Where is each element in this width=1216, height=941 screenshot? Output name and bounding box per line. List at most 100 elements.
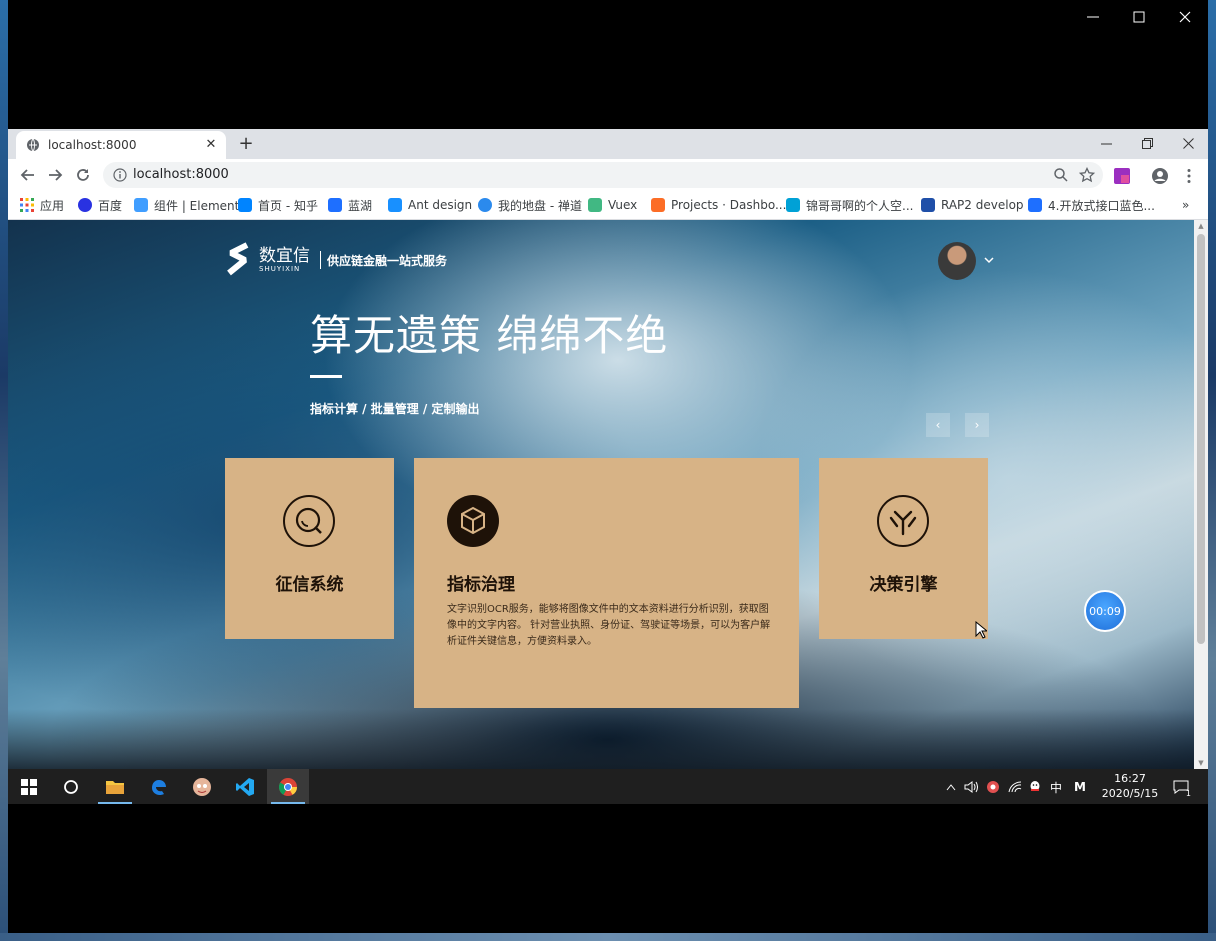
bookmark-zhihu[interactable]: 首页 - 知乎 — [238, 196, 318, 214]
taskbar-vscode[interactable] — [224, 769, 266, 804]
chevron-down-icon[interactable] — [983, 254, 995, 266]
logo-text: 数宜信 SHUYIXIN — [259, 247, 310, 273]
globe-icon — [27, 138, 39, 152]
running-indicator — [98, 802, 132, 804]
maximize-icon — [1133, 11, 1145, 23]
card-description: 文字识别OCR服务，能够将图像文件中的文本资料进行分析识别，获取图像中的文字内容… — [447, 604, 771, 647]
user-avatar[interactable] — [938, 242, 976, 280]
qq-icon[interactable] — [1026, 779, 1044, 795]
tray-overflow-icon[interactable] — [944, 779, 958, 795]
scroll-down-icon[interactable]: ▼ — [1197, 759, 1205, 767]
more-menu-icon[interactable] — [1180, 167, 1198, 185]
bookmark-label: RAP2 develop — [941, 198, 1024, 212]
rap-extension-icon[interactable] — [1113, 167, 1131, 185]
zentao-icon — [478, 198, 492, 212]
bookmark-lanhu[interactable]: 蓝湖 — [328, 196, 372, 214]
bookmark-label: Ant design — [408, 198, 473, 212]
credit-search-icon — [283, 495, 335, 547]
back-arrow-icon — [20, 169, 34, 181]
new-tab-button[interactable]: + — [236, 134, 256, 154]
timer-badge[interactable]: 00:09 — [1084, 590, 1126, 632]
bookmark-rap2[interactable]: RAP2 develop — [921, 196, 1024, 214]
card-indicator-governance[interactable]: 指标治理 文字识别OCR服务，能够将图像文件中的文本资料进行分析识别，获取图像中… — [414, 458, 799, 708]
logo-s-icon — [227, 242, 249, 276]
carousel-next-button[interactable]: › — [965, 413, 989, 437]
tray-app-icon[interactable] — [984, 779, 1002, 795]
logo-divider — [320, 251, 321, 269]
bookmark-lanhu-api[interactable]: 4.开放式接口蓝色... — [1028, 196, 1155, 214]
forward-arrow-icon — [49, 169, 63, 181]
hero-title: 算无遗策 绵绵不绝 — [310, 311, 669, 360]
bookmark-zentao[interactable]: 我的地盘 - 禅道 — [478, 196, 582, 214]
bookmark-bilibili[interactable]: 锦哥哥啊的个人空... — [786, 196, 913, 214]
speaker-icon — [964, 781, 978, 793]
card-credit-system[interactable]: 征信系统 — [225, 458, 394, 639]
bookmark-label: 4.开放式接口蓝色... — [1048, 198, 1155, 213]
reload-button[interactable] — [73, 165, 93, 185]
logo-english: SHUYIXIN — [259, 265, 301, 273]
taskbar-edge[interactable] — [138, 769, 180, 804]
taskbar-file-explorer[interactable] — [94, 769, 136, 804]
back-button[interactable] — [18, 165, 38, 185]
ime-indicator[interactable]: 中 — [1047, 779, 1065, 795]
bookmark-gitlab[interactable]: Projects · Dashbo... — [651, 196, 786, 214]
bookmark-apps[interactable]: 应用 — [20, 196, 64, 214]
action-center-button[interactable]: 1 — [1170, 779, 1192, 798]
network-icon[interactable] — [1006, 779, 1024, 795]
taskbar-chrome[interactable] — [267, 769, 309, 804]
taskbar-app-avatar[interactable] — [181, 769, 223, 804]
gitlab-icon — [651, 198, 665, 212]
decision-tree-icon — [877, 495, 929, 547]
flower-app-icon — [987, 781, 999, 793]
close-icon — [1182, 137, 1194, 149]
start-button[interactable] — [8, 769, 50, 804]
clock-time: 16:27 — [1114, 772, 1146, 785]
bookmark-label: 组件 | Element — [154, 198, 240, 213]
scroll-up-icon[interactable]: ▲ — [1197, 222, 1205, 230]
volume-icon[interactable] — [962, 779, 980, 795]
bookmark-label: 我的地盘 - 禅道 — [498, 198, 582, 213]
forward-button[interactable] — [45, 165, 65, 185]
tab-close-icon[interactable]: ✕ — [204, 138, 218, 152]
bookmark-label: 首页 - 知乎 — [258, 198, 318, 213]
reload-icon — [77, 169, 89, 181]
taskbar-clock[interactable]: 16:27 2020/5/15 — [1098, 771, 1162, 801]
tab-localhost[interactable]: localhost:8000 ✕ — [16, 131, 226, 159]
bookmark-star-icon[interactable] — [1079, 167, 1095, 183]
antdesign-icon — [388, 198, 402, 212]
close-window-button[interactable] — [1168, 129, 1208, 157]
close-icon — [1179, 11, 1191, 23]
taskbar: 中 M 16:27 2020/5/15 1 — [8, 769, 1208, 804]
card-decision-engine[interactable]: 决策引擎 — [819, 458, 988, 639]
bookmark-element[interactable]: 组件 | Element — [134, 196, 239, 214]
zoom-icon[interactable] — [1053, 167, 1069, 183]
edge-icon — [152, 779, 166, 795]
chevron-left-icon: ‹ — [935, 418, 941, 432]
bookmarks-overflow-button[interactable]: » — [1182, 196, 1189, 214]
bookmark-label: Projects · Dashbo... — [671, 198, 787, 212]
carousel-prev-button[interactable]: ‹ — [926, 413, 950, 437]
desktop-wallpaper-right — [1208, 0, 1216, 941]
scroll-thumb[interactable] — [1197, 234, 1205, 644]
profile-icon[interactable] — [1151, 167, 1169, 185]
site-logo[interactable]: 数宜信 SHUYIXIN 供应链金融一站式服务 — [225, 241, 447, 279]
hero-divider — [310, 375, 342, 378]
address-bar[interactable]: localhost:8000 — [103, 162, 1103, 188]
page-scrollbar[interactable]: ▲ ▼ — [1194, 220, 1208, 769]
logo-slogan: 供应链金融一站式服务 — [327, 253, 448, 268]
cortana-circle-icon — [64, 779, 78, 794]
search-button[interactable] — [50, 769, 92, 804]
apps-grid-icon — [20, 198, 34, 212]
ime-mode-indicator[interactable]: M — [1069, 779, 1091, 795]
outer-minimize-button[interactable] — [1070, 0, 1116, 34]
chevron-double-right-icon: » — [1182, 198, 1190, 212]
outer-close-button[interactable] — [1162, 0, 1208, 34]
browser-window: localhost:8000 ✕ + localhost:8000 应用 百度 … — [8, 129, 1208, 769]
outer-maximize-button[interactable] — [1116, 0, 1162, 34]
restore-button[interactable] — [1127, 129, 1167, 157]
bookmark-antdesign[interactable]: Ant design — [388, 196, 472, 214]
chrome-icon — [278, 777, 297, 796]
minimize-button[interactable] — [1086, 129, 1126, 157]
bookmark-baidu[interactable]: 百度 — [78, 196, 122, 214]
bookmark-vuex[interactable]: Vuex — [588, 196, 637, 214]
